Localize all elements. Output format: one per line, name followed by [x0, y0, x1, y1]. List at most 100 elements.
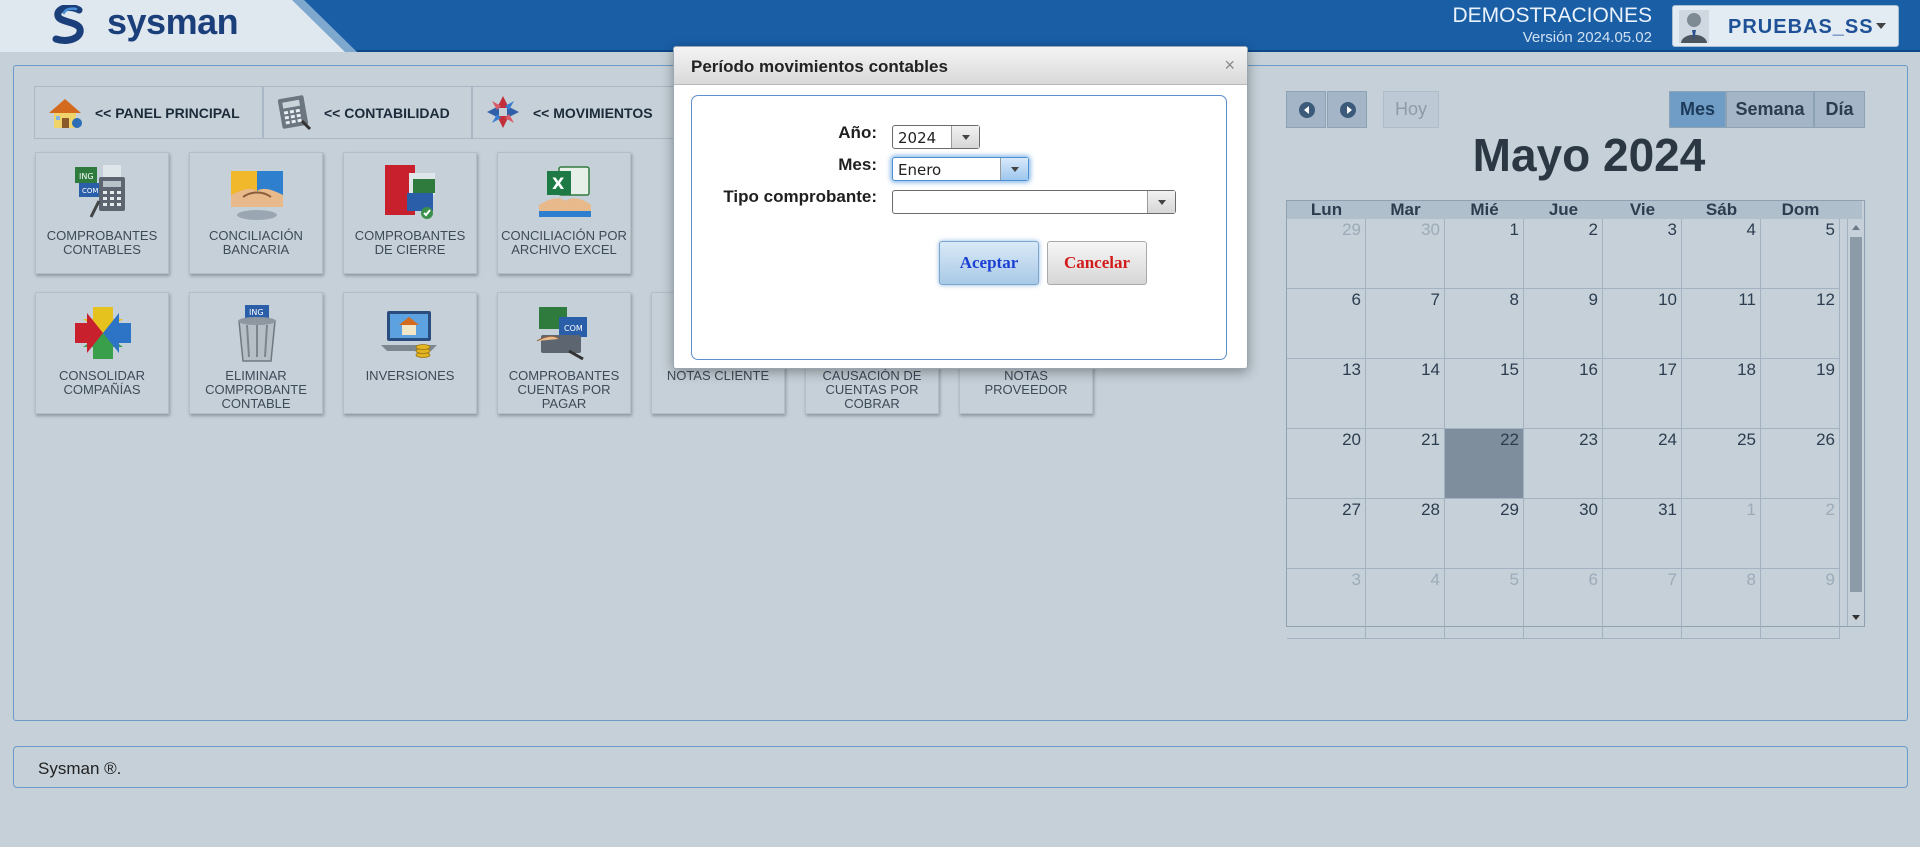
- tile-label: COMPROBANTES CUENTAS POR PAGAR: [508, 368, 620, 411]
- tile-conciliacion-bancaria[interactable]: CONCILIACIÓN BANCARIA: [189, 152, 323, 274]
- calendar-prev-button[interactable]: [1286, 91, 1326, 128]
- day-number: 17: [1658, 360, 1677, 379]
- calendar-day[interactable]: 7: [1366, 289, 1445, 359]
- tile-eliminar-comprobante[interactable]: ING ELIMINAR COMPROBANTE CONTABLE: [189, 292, 323, 414]
- calendar-view-month[interactable]: Mes: [1669, 91, 1726, 128]
- calendar-day[interactable]: 1: [1682, 499, 1761, 569]
- calendar-day[interactable]: 5: [1445, 569, 1524, 639]
- year-select[interactable]: 2024: [892, 125, 980, 149]
- calendar-day[interactable]: 23: [1524, 429, 1603, 499]
- day-number: 3: [1351, 570, 1361, 589]
- calendar-day[interactable]: 7: [1603, 569, 1682, 639]
- close-icon[interactable]: ×: [1224, 56, 1235, 74]
- day-number: 15: [1500, 360, 1519, 379]
- chevron-down-icon: [1876, 23, 1886, 29]
- day-number: 10: [1658, 290, 1677, 309]
- tile-label: CONCILIACIÓN BANCARIA: [209, 228, 303, 257]
- dialog-titlebar[interactable]: Período movimientos contables ×: [674, 47, 1247, 85]
- year-dropdown-button[interactable]: [951, 126, 979, 148]
- calendar-day[interactable]: 29: [1445, 499, 1524, 569]
- receipts-calculator-icon: ING COM: [75, 165, 125, 218]
- tile-consolidar-companias[interactable]: CONSOLIDAR COMPAÑÍAS: [35, 292, 169, 414]
- calendar-day[interactable]: 2: [1761, 499, 1840, 569]
- breadcrumb-panel-principal[interactable]: << PANEL PRINCIPAL: [34, 86, 263, 139]
- periodo-dialog: Período movimientos contables × Año: 202…: [673, 46, 1248, 369]
- calendar-day[interactable]: 1: [1445, 219, 1524, 289]
- calendar-day[interactable]: 3: [1603, 219, 1682, 289]
- calendar-view-day[interactable]: Día: [1814, 91, 1865, 128]
- tile-comprobantes-contables[interactable]: ING COM COMPROBANTES CONTABLES: [35, 152, 169, 274]
- scroll-thumb[interactable]: [1850, 237, 1862, 592]
- payables-icon: COM: [536, 307, 587, 361]
- calendar-day[interactable]: 4: [1682, 219, 1761, 289]
- user-menu[interactable]: PRUEBAS_SS: [1672, 5, 1899, 47]
- day-number: 2: [1825, 500, 1835, 519]
- svg-text:COM: COM: [82, 187, 98, 195]
- calendar-day[interactable]: 5: [1761, 219, 1840, 289]
- calendar-day[interactable]: 30: [1524, 499, 1603, 569]
- cancel-button[interactable]: Cancelar: [1047, 241, 1147, 285]
- user-avatar-icon: [1679, 10, 1709, 43]
- calendar-title: Mayo 2024: [1472, 129, 1706, 181]
- day-number: 27: [1342, 500, 1361, 519]
- weekday-header: Vie: [1629, 200, 1656, 219]
- tile-comprobantes-cuentas-por-pagar[interactable]: COM COMPROBANTES CUENTAS POR PAGAR: [497, 292, 631, 414]
- tile-conciliacion-excel[interactable]: X CONCILIACIÓN POR ARCHIVO EXCEL: [497, 152, 631, 274]
- calendar-day[interactable]: 25: [1682, 429, 1761, 499]
- month-select[interactable]: Enero: [892, 157, 1029, 181]
- tile-label: COMPROBANTES DE CIERRE: [354, 228, 466, 257]
- calendar-day[interactable]: 21: [1366, 429, 1445, 499]
- calendar-day-today[interactable]: 22: [1445, 429, 1524, 499]
- svg-text:ING: ING: [249, 308, 264, 317]
- voucher-type-dropdown-button[interactable]: [1147, 191, 1175, 213]
- calendar-day[interactable]: 18: [1682, 359, 1761, 429]
- calendar-day[interactable]: 17: [1603, 359, 1682, 429]
- tile-comprobantes-de-cierre[interactable]: COMPROBANTES DE CIERRE: [343, 152, 477, 274]
- calendar-day[interactable]: 15: [1445, 359, 1524, 429]
- calendar-day[interactable]: 12: [1761, 289, 1840, 359]
- calendar-day[interactable]: 26: [1761, 429, 1840, 499]
- voucher-type-label: Tipo comprobante:: [723, 187, 877, 206]
- calendar-day[interactable]: 24: [1603, 429, 1682, 499]
- breadcrumb-contabilidad[interactable]: << CONTABILIDAD: [263, 86, 472, 139]
- accept-button[interactable]: Aceptar: [939, 241, 1039, 285]
- day-number: 4: [1430, 570, 1440, 589]
- calendar-day[interactable]: 28: [1366, 499, 1445, 569]
- calendar-next-button[interactable]: [1327, 91, 1367, 128]
- calendar-day[interactable]: 8: [1682, 569, 1761, 639]
- day-number: 7: [1667, 570, 1677, 589]
- month-dropdown-button[interactable]: [1000, 158, 1028, 180]
- calendar-day[interactable]: 30: [1366, 219, 1445, 289]
- chevron-down-icon: [1011, 167, 1019, 172]
- calendar-scrollbar[interactable]: [1847, 219, 1864, 626]
- calendar-day[interactable]: 3: [1287, 569, 1366, 639]
- calendar-day[interactable]: 4: [1366, 569, 1445, 639]
- voucher-type-select[interactable]: [892, 190, 1176, 214]
- calendar-day[interactable]: 20: [1287, 429, 1366, 499]
- calendar-day[interactable]: 13: [1287, 359, 1366, 429]
- calendar-day[interactable]: 6: [1524, 569, 1603, 639]
- calendar-today-button[interactable]: Hoy: [1383, 91, 1439, 128]
- calendar-day[interactable]: 10: [1603, 289, 1682, 359]
- calendar-view-week[interactable]: Semana: [1726, 91, 1814, 128]
- calendar-day[interactable]: 9: [1524, 289, 1603, 359]
- calendar-day[interactable]: 6: [1287, 289, 1366, 359]
- day-number: 28: [1421, 500, 1440, 519]
- day-number: 26: [1816, 430, 1835, 449]
- tile-inversiones[interactable]: INVERSIONES: [343, 292, 477, 414]
- calendar-day[interactable]: 31: [1603, 499, 1682, 569]
- calendar-day[interactable]: 29: [1287, 219, 1366, 289]
- breadcrumb-label: << MOVIMIENTOS: [533, 105, 653, 121]
- day-number: 9: [1825, 570, 1835, 589]
- calendar-day[interactable]: 8: [1445, 289, 1524, 359]
- calendar-day[interactable]: 11: [1682, 289, 1761, 359]
- breadcrumb-movimientos[interactable]: << MOVIMIENTOS: [472, 86, 682, 139]
- calendar-day[interactable]: 19: [1761, 359, 1840, 429]
- calendar-day[interactable]: 9: [1761, 569, 1840, 639]
- day-number: 8: [1746, 570, 1756, 589]
- svg-text:COM: COM: [564, 324, 583, 333]
- calendar-day[interactable]: 2: [1524, 219, 1603, 289]
- calendar-day[interactable]: 27: [1287, 499, 1366, 569]
- calendar-day[interactable]: 14: [1366, 359, 1445, 429]
- calendar-day[interactable]: 16: [1524, 359, 1603, 429]
